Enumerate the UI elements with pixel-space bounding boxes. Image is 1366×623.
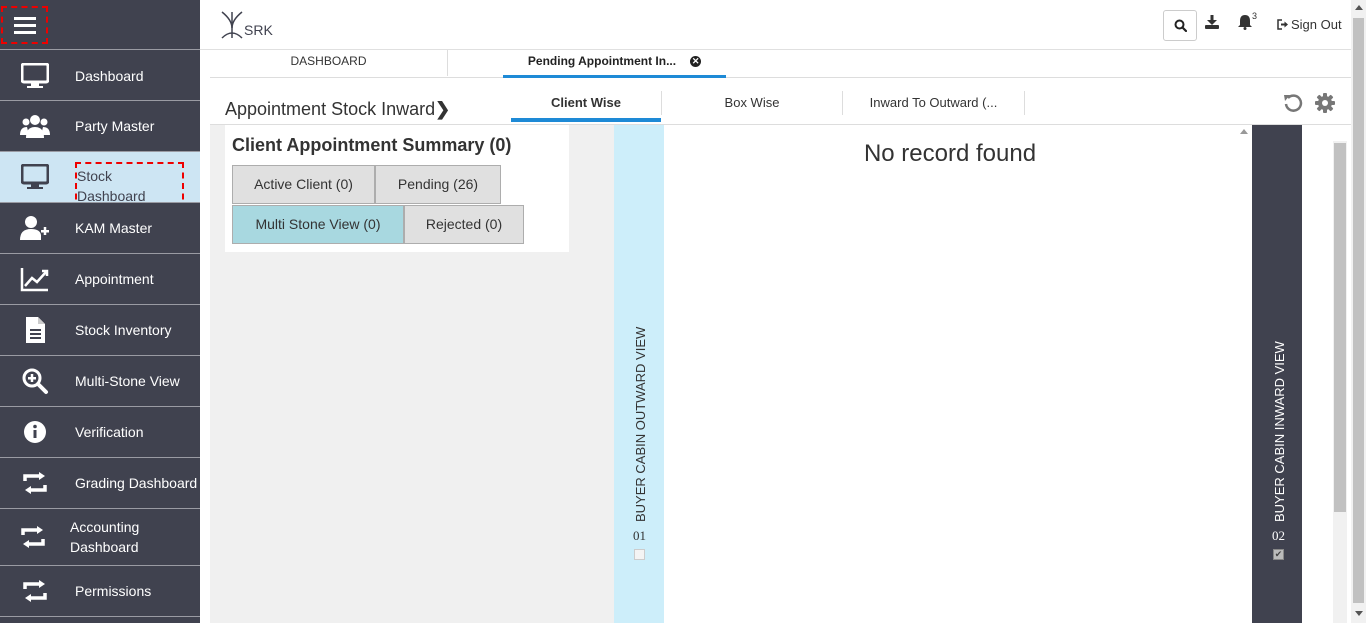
top-header: SRK 3 Sign Out xyxy=(200,0,1351,50)
retweet-icon xyxy=(20,576,50,606)
tab-pending-appointment[interactable]: Pending Appointment In... ✕ xyxy=(503,50,726,78)
sidebar-item-label: KAM Master xyxy=(75,220,153,236)
sidebar-item-label-line2: Dashboard xyxy=(70,539,139,555)
client-summary-card: Client Appointment Summary (0) Active Cl… xyxy=(225,125,569,252)
sidebar-item-permissions[interactable]: Permissions xyxy=(0,566,200,617)
logo-mark-icon xyxy=(221,11,243,39)
sidebar-item-label: Party Master xyxy=(75,118,155,134)
outward-panel-number: 01 xyxy=(633,528,646,543)
sidebar-item-multi-stone-view[interactable]: Multi-Stone View xyxy=(0,356,200,407)
logo-text: SRK xyxy=(244,22,273,38)
tab-label: Pending Appointment In... xyxy=(527,54,677,68)
scroll-up-arrow-icon[interactable] xyxy=(1355,5,1363,10)
close-tab-icon[interactable]: ✕ xyxy=(690,56,702,68)
sidebar-item-label: Stock Inventory xyxy=(75,322,172,338)
notification-count-badge: 3 xyxy=(1252,11,1258,21)
active-client-button[interactable]: Active Client (0) xyxy=(232,165,375,204)
sidebar-item-label: Permissions xyxy=(75,583,152,599)
sidebar-item-label: Appointment xyxy=(75,271,154,287)
sidebar-item-label-line1: Accounting xyxy=(70,519,140,535)
download-button[interactable] xyxy=(1205,15,1221,33)
center-scrollbar[interactable] xyxy=(1236,125,1252,623)
retweet-icon xyxy=(20,468,50,498)
users-icon xyxy=(20,111,50,141)
hamburger-menu-icon[interactable] xyxy=(1,6,48,44)
sign-out-button[interactable]: Sign Out xyxy=(1277,17,1342,32)
sidebar-item-dashboard[interactable]: Dashboard xyxy=(0,51,200,101)
page-title: Appointment Stock Inward❯ xyxy=(225,99,450,120)
sidebar-item-party-master[interactable]: Party Master xyxy=(0,101,200,152)
inward-panel-number: 02 xyxy=(1272,528,1285,543)
search-icon xyxy=(1174,19,1187,32)
rejected-button[interactable]: Rejected (0) xyxy=(404,205,524,244)
gear-icon[interactable] xyxy=(1315,93,1335,113)
sidebar-item-stock-dashboard[interactable]: Stock Dashboard xyxy=(0,152,200,210)
sidebar-item-label: Dashboard xyxy=(75,67,144,84)
sidebar-item-label: Verification xyxy=(75,424,144,440)
multi-stone-view-button[interactable]: Multi Stone View (0) xyxy=(232,205,404,244)
sidebar-item-grading-dashboard[interactable]: Grading Dashboard xyxy=(0,458,200,509)
tab-dashboard[interactable]: DASHBOARD xyxy=(210,50,448,76)
sidebar-item-kam-master[interactable]: KAM Master xyxy=(0,203,200,254)
logo[interactable]: SRK xyxy=(219,10,279,40)
sign-out-icon xyxy=(1277,19,1288,30)
sign-out-label: Sign Out xyxy=(1291,17,1342,32)
no-record-message: No record found xyxy=(863,140,1037,167)
line-chart-icon xyxy=(20,264,50,294)
sidebar-item-label: Grading Dashboard xyxy=(75,475,198,491)
inward-panel-label: BUYER CABIN INWARD VIEW xyxy=(1272,341,1287,522)
zoom-in-icon xyxy=(20,366,50,396)
sidebar-item-verification[interactable]: Verification xyxy=(0,407,200,458)
monitor-icon xyxy=(20,61,50,91)
notifications-button[interactable]: 3 xyxy=(1238,11,1260,34)
page-tab-bar: DASHBOARD Pending Appointment In... ✕ xyxy=(210,50,1351,78)
sidebar: Dashboard Party Master Stock Dashboard K… xyxy=(0,0,200,623)
subtab-inward-to-outward[interactable]: Inward To Outward (... xyxy=(843,91,1025,115)
page-title-text: Appointment Stock Inward xyxy=(225,99,436,119)
summary-title: Client Appointment Summary (0) xyxy=(232,135,512,155)
page-scrollbar[interactable] xyxy=(1351,0,1366,623)
sidebar-item-appointment[interactable]: Appointment xyxy=(0,254,200,305)
sidebar-item-stock-inventory[interactable]: Stock Inventory xyxy=(0,305,200,356)
pending-button[interactable]: Pending (26) xyxy=(375,165,501,204)
download-icon xyxy=(1205,15,1219,29)
refresh-icon[interactable] xyxy=(1283,93,1303,113)
subtab-client-wise[interactable]: Client Wise xyxy=(511,91,661,122)
bell-icon xyxy=(1238,15,1252,30)
subtab-box-wise[interactable]: Box Wise xyxy=(661,91,843,115)
inner-scrollbar-thumb[interactable] xyxy=(1334,143,1346,512)
sidebar-item-label: Multi-Stone View xyxy=(75,373,180,389)
scrollbar-thumb[interactable] xyxy=(1353,18,1364,603)
scroll-down-arrow-icon[interactable] xyxy=(1355,611,1363,616)
outward-checkbox[interactable] xyxy=(634,549,645,560)
outward-panel-label: BUYER CABIN OUTWARD VIEW xyxy=(633,326,648,522)
user-plus-icon xyxy=(20,213,50,243)
retweet-icon xyxy=(18,522,48,552)
sidebar-item-label: Accounting Dashboard xyxy=(70,517,139,557)
search-button[interactable] xyxy=(1163,10,1197,41)
sidebar-item-accounting-dashboard[interactable]: Accounting Dashboard xyxy=(0,509,200,566)
chevron-right-icon: ❯ xyxy=(435,99,451,119)
menu-toggle xyxy=(0,0,200,50)
info-icon xyxy=(20,417,50,447)
monitor-icon xyxy=(20,162,50,192)
file-icon xyxy=(20,315,50,345)
inward-checkbox[interactable]: ✔ xyxy=(1273,549,1284,560)
